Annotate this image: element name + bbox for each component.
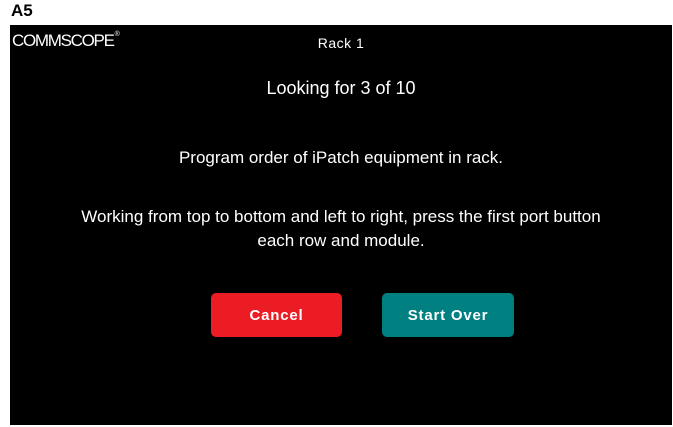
detail-instructions: Working from top to bottom and left to r… [10, 205, 672, 253]
start-over-button[interactable]: Start Over [382, 293, 514, 337]
device-screen: COMMSCOPE® Rack 1 Looking for 3 of 10 Pr… [10, 25, 672, 425]
detail-line-2: each row and module. [257, 231, 425, 250]
instruction-text: Program order of iPatch equipment in rac… [178, 148, 504, 167]
rack-title: Rack 1 [317, 35, 365, 51]
status-message: Looking for 3 of 10 [266, 78, 416, 98]
figure-label: A5 [11, 1, 33, 20]
cancel-button[interactable]: Cancel [211, 293, 342, 337]
detail-line-1: Working from top to bottom and left to r… [81, 207, 601, 226]
